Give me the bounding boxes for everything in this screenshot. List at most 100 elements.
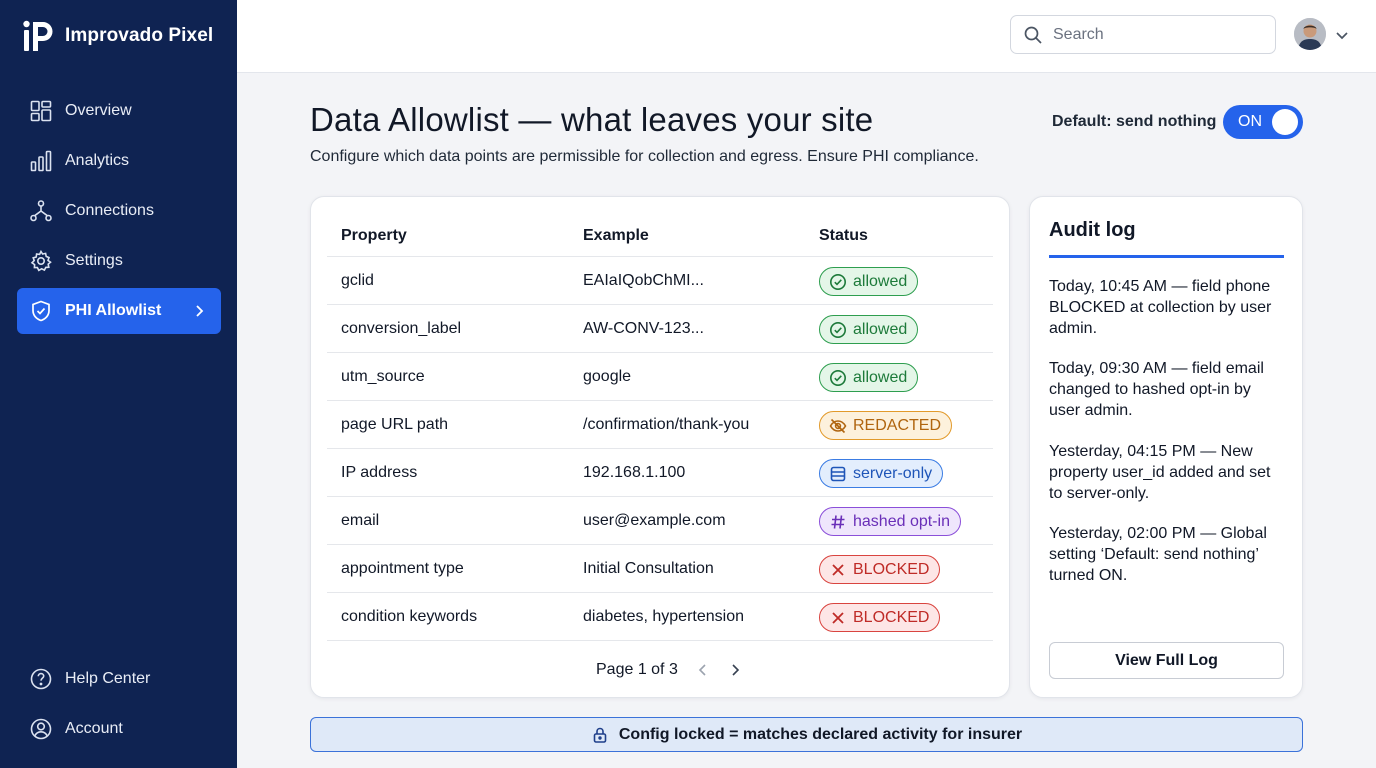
check-circle-icon — [830, 369, 846, 386]
sidebar-item-label: PHI Allowlist — [65, 302, 162, 319]
status-badge[interactable]: server-only — [819, 459, 944, 488]
server-icon — [830, 466, 846, 481]
toggle-state-text: ON — [1238, 113, 1262, 130]
user-avatar-icon — [1294, 18, 1326, 50]
page-title: Data Allowlist — what leaves your site — [310, 101, 874, 138]
audit-log-title: Audit log — [1049, 219, 1136, 241]
gear-icon — [30, 249, 52, 272]
sidebar-item-connections[interactable]: Connections — [17, 188, 221, 234]
lock-icon — [593, 727, 607, 743]
hash-icon — [831, 514, 845, 529]
sidebar-item-label: Overview — [65, 102, 132, 119]
property-cell: condition keywords — [341, 608, 478, 625]
example-cell: Initial Consultation — [583, 560, 714, 577]
example-cell: 192.168.1.100 — [583, 464, 686, 481]
status-badge[interactable]: REDACTED — [819, 411, 953, 440]
user-icon — [30, 718, 52, 740]
property-cell: IP address — [341, 464, 418, 481]
x-icon — [832, 563, 844, 576]
example-cell: /confirmation/thank-you — [583, 416, 750, 433]
sidebar: Improvado Pixel Overview Analytics Conne… — [0, 0, 237, 768]
sidebar-item-label: Analytics — [65, 152, 130, 169]
table-row[interactable]: condition keywords diabetes, hypertensio… — [327, 593, 993, 641]
page-subtitle: Configure which data points are permissi… — [310, 148, 979, 165]
audit-title-underline — [1049, 255, 1284, 258]
status-label: server-only — [853, 464, 933, 482]
audit-entry: Today, 10:45 AM — field phone BLOCKED at… — [1049, 278, 1272, 337]
improvado-logo-icon — [23, 20, 53, 51]
sidebar-item-phi-allowlist[interactable]: PHI Allowlist — [17, 288, 221, 334]
eye-off-icon — [829, 418, 847, 433]
table-row[interactable]: IP address 192.168.1.100 server-only — [327, 449, 993, 497]
help-icon — [30, 668, 52, 690]
property-cell: utm_source — [341, 368, 425, 385]
sidebar-item-label: Help Center — [65, 670, 151, 687]
status-label: BLOCKED — [853, 560, 930, 578]
page-indicator: Page 1 of 3 — [596, 661, 678, 678]
sidebar-nav: Overview Analytics Connections Settings — [17, 88, 221, 338]
chevron-left-icon[interactable] — [696, 663, 710, 677]
x-icon — [832, 611, 844, 624]
bar-chart-icon — [30, 150, 52, 172]
chevron-right-icon[interactable] — [728, 663, 742, 677]
sidebar-item-help-center[interactable]: Help Center — [17, 656, 221, 702]
example-cell: user@example.com — [583, 512, 726, 529]
status-label: BLOCKED — [853, 608, 930, 626]
default-send-nothing-label: Default: send nothing — [1052, 113, 1217, 130]
status-badge[interactable]: allowed — [819, 363, 919, 392]
sidebar-item-label: Account — [65, 720, 123, 737]
network-icon — [30, 200, 52, 222]
shield-icon — [32, 300, 50, 322]
topbar — [237, 0, 1376, 73]
column-header-property[interactable]: Property — [341, 227, 407, 245]
sidebar-item-settings[interactable]: Settings — [17, 238, 221, 284]
status-label: hashed opt-in — [853, 512, 950, 530]
status-badge[interactable]: allowed — [819, 267, 919, 296]
audit-entry: Yesterday, 02:00 PM — Global setting ‘De… — [1049, 525, 1267, 584]
chevron-down-icon[interactable] — [1334, 27, 1350, 43]
example-cell: AW-CONV-123... — [583, 320, 704, 337]
sidebar-item-label: Settings — [65, 252, 123, 269]
column-header-status[interactable]: Status — [819, 227, 868, 245]
table-row[interactable]: page URL path /confirmation/thank-you RE… — [327, 401, 993, 449]
column-header-example[interactable]: Example — [583, 227, 649, 245]
example-cell: diabetes, hypertension — [583, 608, 744, 625]
status-label: allowed — [853, 368, 908, 386]
status-badge[interactable]: hashed opt-in — [819, 507, 961, 536]
table-row[interactable]: email user@example.com hashed opt-in — [327, 497, 993, 545]
brand[interactable]: Improvado Pixel — [22, 20, 213, 52]
table-row[interactable]: gclid EAIaIQobChMI... allowed — [327, 257, 993, 305]
sidebar-item-label: Connections — [65, 202, 154, 219]
property-cell: conversion_label — [341, 320, 462, 337]
config-locked-banner: Config locked = matches declared activit… — [310, 717, 1303, 752]
default-send-nothing-toggle[interactable]: ON — [1223, 105, 1303, 139]
status-badge[interactable]: BLOCKED — [819, 603, 941, 632]
table-header: Property Example Status — [327, 217, 993, 257]
sidebar-item-analytics[interactable]: Analytics — [17, 138, 221, 184]
property-cell: appointment type — [341, 560, 464, 577]
audit-log-card: Audit log Today, 10:45 AM — field phone … — [1029, 196, 1303, 698]
avatar[interactable] — [1294, 18, 1326, 50]
audit-entry: Today, 09:30 AM — field email changed to… — [1049, 360, 1264, 419]
status-label: allowed — [853, 272, 908, 290]
status-label: REDACTED — [853, 416, 942, 434]
example-cell: google — [583, 368, 632, 385]
property-cell: page URL path — [341, 416, 449, 433]
table-row[interactable]: appointment type Initial Consultation BL… — [327, 545, 993, 593]
app-name: Improvado Pixel — [65, 25, 214, 46]
search-box[interactable] — [1010, 15, 1276, 54]
view-full-log-button[interactable]: View Full Log — [1049, 642, 1284, 679]
search-input[interactable] — [1053, 25, 1253, 44]
check-circle-icon — [830, 321, 846, 338]
sidebar-item-overview[interactable]: Overview — [17, 88, 221, 134]
table-row[interactable]: conversion_label AW-CONV-123... allowed — [327, 305, 993, 353]
property-cell: gclid — [341, 272, 374, 289]
dashboard-icon — [30, 100, 52, 122]
allowlist-table-card: Property Example Status gclid EAIaIQobCh… — [310, 196, 1010, 698]
status-badge[interactable]: allowed — [819, 315, 919, 344]
status-label: allowed — [853, 320, 908, 338]
table-row[interactable]: utm_source google allowed — [327, 353, 993, 401]
status-badge[interactable]: BLOCKED — [819, 555, 941, 584]
sidebar-item-account[interactable]: Account — [17, 706, 221, 752]
sidebar-bottom-nav: Help Center Account — [17, 656, 221, 756]
